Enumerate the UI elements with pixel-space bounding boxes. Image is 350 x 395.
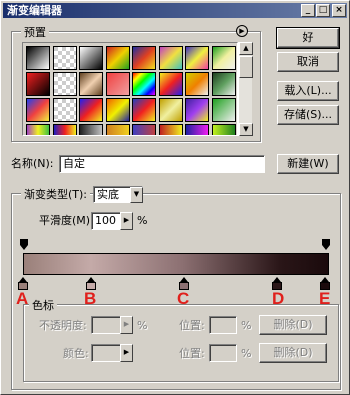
close-button[interactable]: × <box>332 4 346 17</box>
title-bar: 渐变编辑器 _ □ × <box>3 3 347 18</box>
opacity-stop-left[interactable] <box>20 239 28 251</box>
preset-swatch[interactable] <box>132 46 156 70</box>
color-swatch[interactable] <box>91 344 121 362</box>
preset-swatch[interactable] <box>79 98 103 122</box>
location-input-1[interactable] <box>209 316 237 334</box>
delete-button-1[interactable]: 删除(D) <box>259 315 327 335</box>
arrow-right-circle-icon[interactable]: ▶ <box>236 25 248 37</box>
preset-swatch[interactable] <box>52 98 77 122</box>
preset-scrollbar[interactable]: ▲ ▼ <box>238 42 253 136</box>
preset-swatch[interactable] <box>79 72 103 96</box>
preset-swatch[interactable] <box>185 98 209 122</box>
preset-swatch[interactable] <box>26 72 50 96</box>
name-label: 名称(N): <box>11 157 54 170</box>
preset-swatch-grid <box>22 42 238 136</box>
scroll-thumb[interactable] <box>239 56 253 78</box>
ok-button[interactable]: 好 <box>276 27 340 49</box>
opacity-stop-right[interactable] <box>322 239 330 251</box>
preset-swatch[interactable] <box>26 98 50 122</box>
cancel-button[interactable]: 取消 <box>277 52 339 72</box>
chevron-down-icon[interactable]: ▼ <box>130 187 143 203</box>
preset-swatch[interactable] <box>185 124 209 135</box>
preset-swatch[interactable] <box>158 72 183 96</box>
smoothness-unit: % <box>137 214 148 227</box>
load-button[interactable]: 载入(L)... <box>277 81 339 101</box>
scroll-up-icon[interactable]: ▲ <box>239 42 253 55</box>
smoothness-label: 平滑度(M): <box>39 214 94 227</box>
color-stops-label: 色标 <box>29 297 57 313</box>
arrow-right-icon[interactable]: ▶ <box>120 316 133 334</box>
preset-swatch[interactable] <box>211 124 236 135</box>
preset-swatch[interactable] <box>211 72 236 96</box>
save-button[interactable]: 存储(S)... <box>277 105 339 125</box>
preset-swatch[interactable] <box>105 72 130 96</box>
window-title: 渐变编辑器 <box>7 4 62 17</box>
preset-swatch[interactable] <box>52 46 77 70</box>
maximize-button[interactable]: □ <box>316 4 330 17</box>
opacity-unit: % <box>137 319 148 332</box>
location-input-2[interactable] <box>209 344 237 362</box>
preset-swatch[interactable] <box>211 46 236 70</box>
preset-swatch[interactable] <box>132 124 156 135</box>
arrow-right-icon[interactable]: ▶ <box>120 212 133 230</box>
minimize-button[interactable]: _ <box>301 4 315 17</box>
presets-label: 预置 <box>21 24 49 40</box>
location-label-2: 位置: <box>179 347 205 360</box>
preset-swatch[interactable] <box>105 46 130 70</box>
gradient-editor-window: 渐变编辑器 _ □ × 预置 ▶ ▲ ▼ 好 取消 载入(L)... 存储(S)… <box>0 0 350 395</box>
opacity-input[interactable] <box>91 316 121 334</box>
new-button[interactable]: 新建(W) <box>277 154 339 174</box>
scroll-down-icon[interactable]: ▼ <box>239 123 253 136</box>
preset-swatch[interactable] <box>211 98 236 122</box>
preset-swatch[interactable] <box>132 72 156 96</box>
preset-swatch[interactable] <box>132 98 156 122</box>
preset-swatch[interactable] <box>26 46 50 70</box>
delete-button-2[interactable]: 删除(D) <box>259 343 327 363</box>
location-unit-2: % <box>241 347 252 360</box>
opacity-label: 不透明度: <box>39 319 87 332</box>
preset-swatch[interactable] <box>158 98 183 122</box>
gradient-type-label: 渐变类型(T): <box>21 186 91 202</box>
preset-swatch[interactable] <box>52 124 77 135</box>
preset-swatch[interactable] <box>185 46 209 70</box>
preset-swatch[interactable] <box>158 124 183 135</box>
location-unit-1: % <box>241 319 252 332</box>
preset-swatch[interactable] <box>79 46 103 70</box>
preset-swatch[interactable] <box>26 124 50 135</box>
arrow-right-icon[interactable]: ▶ <box>120 344 133 362</box>
color-label: 颜色: <box>63 347 89 360</box>
preset-swatch[interactable] <box>105 98 130 122</box>
smoothness-input[interactable]: 100 <box>91 212 121 230</box>
name-field[interactable]: 自定 <box>59 155 265 173</box>
preset-swatch[interactable] <box>52 72 77 96</box>
preset-swatch[interactable] <box>105 124 130 135</box>
preset-swatch[interactable] <box>185 72 209 96</box>
location-label-1: 位置: <box>179 319 205 332</box>
gradient-preview-bar[interactable] <box>23 253 329 275</box>
preset-swatch[interactable] <box>158 46 183 70</box>
preset-swatch[interactable] <box>79 124 103 135</box>
